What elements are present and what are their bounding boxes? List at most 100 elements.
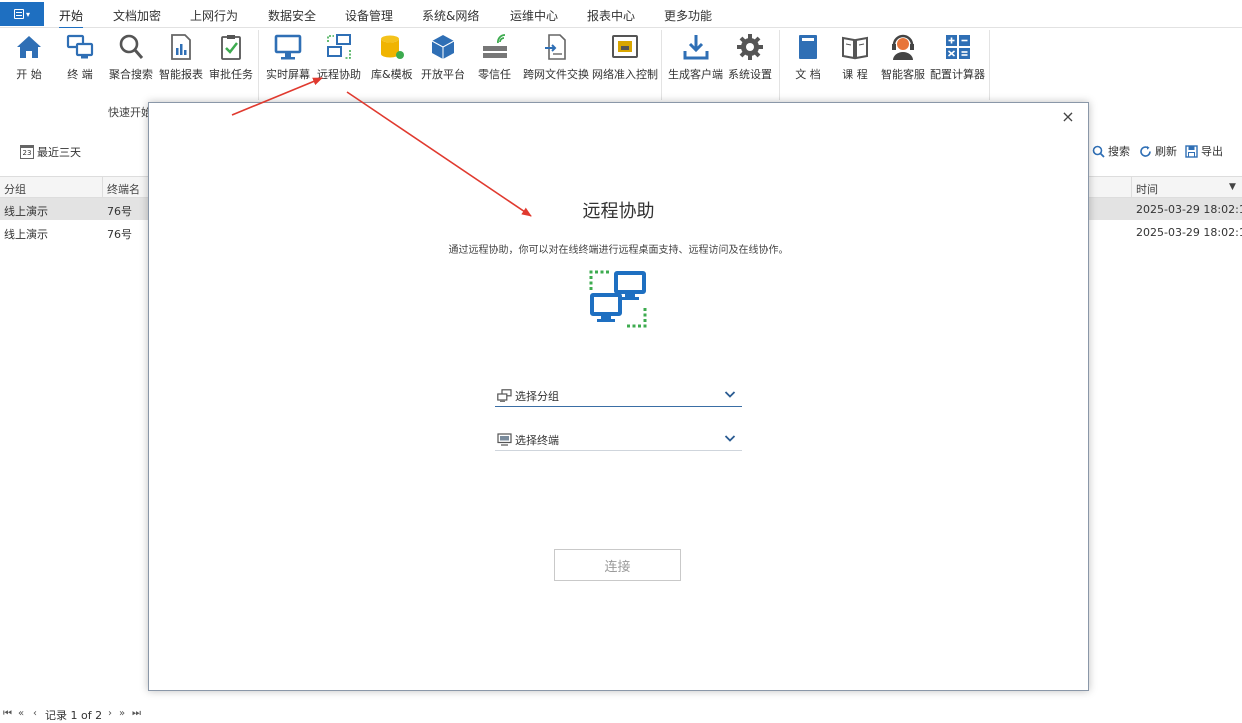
ribbon-label: 零信任	[478, 68, 511, 81]
ribbon-label: 开放平台	[421, 68, 465, 81]
document-book-icon	[799, 35, 817, 59]
select-group-dropdown[interactable]: 选择分组	[495, 385, 742, 407]
column-separator[interactable]	[1131, 177, 1132, 199]
ribbon-smart-support-button[interactable]: 智能客服	[881, 32, 925, 84]
router-icon	[482, 34, 507, 58]
select-group-placeholder: 选择分组	[515, 389, 559, 403]
ribbon-system-settings-button[interactable]: 系统设置	[728, 32, 772, 84]
dialog-title: 远程协助	[582, 201, 655, 222]
approval-icon	[221, 35, 241, 60]
next-record-icon[interactable]: ›	[108, 708, 112, 719]
ribbon-zero-trust-button[interactable]: 零信任	[478, 32, 511, 84]
search-button[interactable]: 搜索	[1092, 143, 1130, 159]
tab-report-center[interactable]: 报表中心	[587, 7, 635, 24]
tab-web-behavior[interactable]: 上网行为	[190, 7, 238, 24]
ribbon-aggregate-search-button[interactable]: 聚合搜索	[109, 32, 153, 84]
ribbon-config-calculator-button[interactable]: 配置计算器	[930, 32, 985, 84]
group-terminals-icon	[497, 389, 512, 402]
tab-ops-center[interactable]: 运维中心	[510, 7, 558, 24]
gear-icon	[737, 34, 763, 60]
ribbon-approval-task-button[interactable]: 审批任务	[209, 32, 253, 84]
terminals-icon	[66, 34, 94, 59]
ribbon-label: 库&模板	[371, 68, 413, 81]
chevron-down-icon	[724, 391, 736, 398]
file-exchange-icon	[545, 34, 566, 60]
ribbon-label: 跨网文件交换	[523, 68, 589, 81]
ribbon-documents-button[interactable]: 文 档	[793, 32, 823, 84]
menu-list-icon	[13, 9, 24, 19]
ribbon-label: 配置计算器	[930, 68, 985, 81]
ribbon-label: 终 端	[67, 68, 93, 81]
column-separator[interactable]	[102, 177, 103, 199]
ribbon-label: 实时屏幕	[266, 68, 310, 81]
ribbon-label: 聚合搜索	[109, 68, 153, 81]
ribbon-label: 文 档	[795, 68, 821, 81]
ribbon-library-template-button[interactable]: 库&模板	[371, 32, 413, 84]
sort-down-icon[interactable]: ▼	[1229, 182, 1236, 192]
connect-button[interactable]: 连接	[554, 549, 681, 581]
ribbon-group-label: 快速开始	[108, 106, 152, 119]
tab-data-security[interactable]: 数据安全	[268, 7, 316, 24]
calendar-icon: 23	[20, 145, 34, 159]
report-icon	[171, 34, 191, 60]
export-icon	[1185, 144, 1198, 158]
remote-assist-icon	[589, 270, 647, 328]
search-icon	[119, 34, 144, 59]
ribbon-separator	[779, 30, 780, 100]
next-page-icon[interactable]: »	[119, 708, 125, 719]
home-icon	[17, 36, 41, 58]
tab-start[interactable]: 开始	[59, 7, 84, 29]
ribbon-generate-client-button[interactable]: 生成客户端	[668, 32, 723, 84]
ribbon-courses-button[interactable]: 课 程	[840, 32, 870, 84]
refresh-icon	[1140, 145, 1151, 157]
ribbon-live-screen-button[interactable]: 实时屏幕	[266, 32, 310, 84]
cell-group: 线上演示	[4, 205, 48, 218]
ribbon-cross-network-file-exchange-button[interactable]: 跨网文件交换	[523, 32, 589, 84]
cell-terminal: 76号	[107, 228, 132, 241]
ribbon-label: 开 始	[16, 68, 42, 81]
search-label: 搜索	[1108, 145, 1130, 158]
remote-assist-icon	[327, 34, 351, 59]
recent-three-days-filter[interactable]: 23 最近三天	[20, 144, 81, 160]
prev-page-icon[interactable]: «	[18, 708, 24, 719]
ribbon-label: 课 程	[842, 68, 868, 81]
close-icon[interactable]: ×	[1060, 109, 1076, 125]
tab-device-management[interactable]: 设备管理	[345, 7, 393, 24]
export-button[interactable]: 导出	[1185, 143, 1223, 159]
ribbon-label: 审批任务	[209, 68, 253, 81]
prev-record-icon[interactable]: ‹	[33, 708, 37, 719]
ribbon-start-button[interactable]: 开 始	[14, 32, 44, 84]
search-icon	[1092, 145, 1105, 158]
chevron-down-icon	[724, 435, 736, 442]
column-header-terminal[interactable]: 终端名	[107, 181, 140, 197]
cell-terminal: 76号	[107, 205, 132, 218]
ribbon-remote-assist-button[interactable]: 远程协助	[317, 32, 361, 84]
network-access-icon	[612, 35, 638, 58]
recent-filter-label: 最近三天	[37, 146, 81, 159]
pagination-bar: ⏮ « ‹ 记录 1 of 2 › » ⏭	[0, 705, 1242, 723]
column-header-time[interactable]: 时间	[1136, 181, 1158, 197]
tab-more-features[interactable]: 更多功能	[664, 7, 712, 24]
cell-time: 2025-03-29 18:02:13	[1136, 203, 1242, 216]
refresh-button[interactable]: 刷新	[1139, 143, 1177, 159]
column-header-group[interactable]: 分组	[4, 181, 26, 197]
ribbon-label: 远程协助	[317, 68, 361, 81]
ribbon-terminals-button[interactable]: 终 端	[65, 32, 95, 84]
ribbon-smart-report-button[interactable]: 智能报表	[159, 32, 203, 84]
ribbon-network-access-control-button[interactable]: 网络准入控制	[592, 32, 658, 84]
app-menu-button[interactable]: ▾	[0, 2, 44, 26]
record-count: 记录 1 of 2	[45, 709, 103, 722]
tab-doc-encryption[interactable]: 文档加密	[113, 7, 161, 24]
last-page-icon[interactable]: ⏭	[132, 708, 141, 719]
tab-system-network[interactable]: 系统&网络	[422, 7, 479, 24]
chevron-down-icon: ▾	[25, 9, 30, 19]
first-page-icon[interactable]: ⏮	[3, 708, 12, 719]
ribbon-label: 生成客户端	[668, 68, 723, 81]
select-terminal-dropdown[interactable]: 选择终端	[495, 429, 742, 451]
cell-time: 2025-03-29 18:02:13	[1136, 226, 1242, 239]
remote-assist-dialog: × 远程协助 通过远程协助，你可以对在线终端进行远程桌面支持、远程访问及在线协作…	[148, 102, 1089, 691]
headset-icon	[892, 34, 914, 60]
ribbon-open-platform-button[interactable]: 开放平台	[421, 32, 465, 84]
dialog-description: 通过远程协助，你可以对在线终端进行远程桌面支持、远程访问及在线协作。	[448, 245, 789, 256]
calculator-icon	[945, 35, 970, 59]
